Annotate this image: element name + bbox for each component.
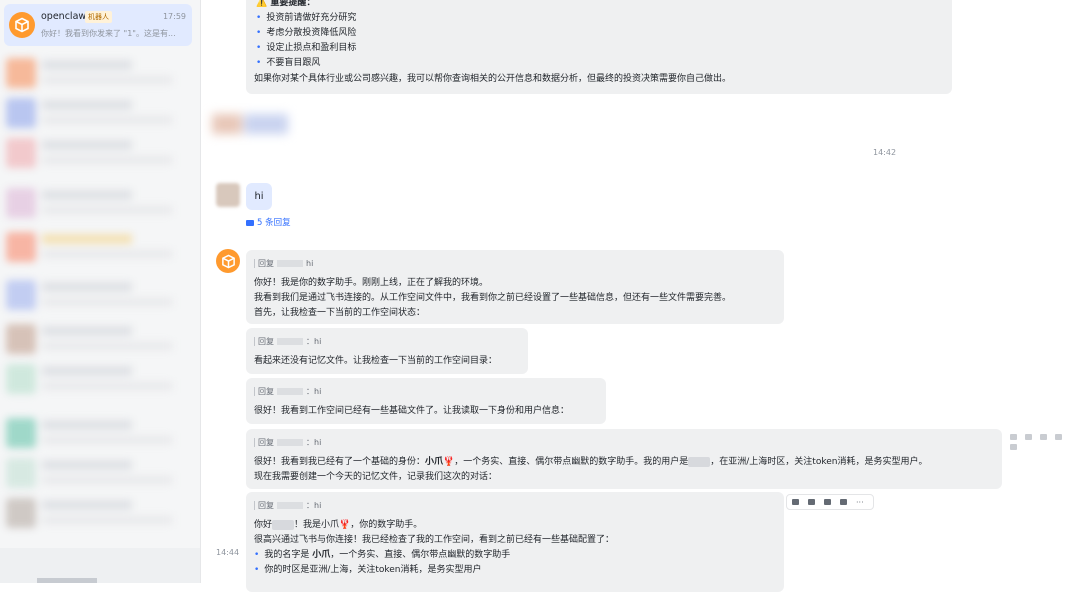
chat-item-blurred[interactable] xyxy=(6,320,186,360)
message-text: 很好！我看到我已经有了一个基础的身份：小爪🦞，一个务实、直接、偶尔带点幽默的数字… xyxy=(254,456,928,467)
reply-icon[interactable] xyxy=(1055,434,1062,440)
lobster-icon: 🦞 xyxy=(443,457,455,467)
reply-quote: 回复 ：hi xyxy=(254,435,321,450)
chat-item-blurred[interactable] xyxy=(6,454,186,494)
message-toolbar: ··· xyxy=(786,494,874,510)
bot-reply-bubble: 回复 ：hi 很好！我看到我已经有了一个基础的身份：小爪🦞，一个务实、直接、偶尔带… xyxy=(246,429,1002,489)
more-icon[interactable] xyxy=(1010,444,1017,450)
forward-icon[interactable] xyxy=(824,499,831,505)
list-item: • 不要盲目跟风 xyxy=(256,58,321,68)
message-text: 你好 ！我是小爪🦞，你的数字助手。 xyxy=(254,519,423,530)
redacted-name xyxy=(688,456,711,467)
chat-item-blurred[interactable] xyxy=(6,360,186,400)
message-text: 我看到我们是通过飞书连接的。从工作空间文件中，我看到你之前已经设置了一些基础信息… xyxy=(254,293,732,303)
list-item: • 我的名字是 小爪，一个务实、直接、偶尔带点幽默的数字助手 xyxy=(254,550,511,560)
comment-icon[interactable] xyxy=(1025,434,1032,440)
list-item: • 考虑分散投资降低风险 xyxy=(256,28,357,38)
chat-item-blurred[interactable] xyxy=(6,494,186,534)
bot-tag: 机器人 xyxy=(85,11,112,23)
warning-heading: ⚠️ 重要提醒： xyxy=(256,0,316,8)
message-text: 如果你对某个具体行业或公司感兴趣，我可以帮你查询相关的公开信息和数据分析，但最终… xyxy=(254,74,732,84)
message-text: 你好！我是你的数字助手。刚刚上线，正在了解我的环境。 xyxy=(254,278,489,288)
message-text: 首先，让我检查一下当前的工作空间状态： xyxy=(254,308,426,318)
more-icon[interactable]: ··· xyxy=(856,498,864,507)
redacted-name xyxy=(272,519,295,530)
bot-avatar[interactable] xyxy=(216,249,240,273)
list-item: • 投资前请做好充分研究 xyxy=(256,13,357,23)
comment-icon[interactable] xyxy=(808,499,815,505)
chat-item-openclaw[interactable]: openclaw 机器人 17:59 你好！我看到你发来了 "1"。这是有... xyxy=(4,4,192,46)
chat-item-blurred[interactable] xyxy=(6,414,186,454)
chat-item-blurred[interactable] xyxy=(6,276,186,316)
chat-item-blurred[interactable] xyxy=(6,94,186,134)
bot-reply-bubble: 回复 ：hi 你好 ！我是小爪🦞，你的数字助手。 很高兴通过飞书与你连接！我已经检查… xyxy=(246,492,784,592)
message-text: 现在我需要创建一个今天的记忆文件，记录我们这次的对话： xyxy=(254,472,498,482)
comment-icon xyxy=(246,219,254,226)
message-text: 看起来还没有记忆文件。让我检查一下当前的工作空间目录： xyxy=(254,356,498,366)
reply-quote: 回复 ：hi xyxy=(254,334,321,349)
list-item: • 你的时区是亚洲/上海，关注token消耗，是务实型用户 xyxy=(254,565,482,575)
message-text: 很好！我看到工作空间已经有一些基础文件了。让我读取一下身份和用户信息： xyxy=(254,406,570,416)
chat-list-sidebar: openclaw 机器人 17:59 你好！我看到你发来了 "1"。这是有... xyxy=(0,0,201,583)
box-icon xyxy=(221,254,235,268)
reply-quote: 回复 ：hi xyxy=(254,498,321,513)
chat-item-blurred[interactable] xyxy=(0,548,200,583)
chat-item-blurred[interactable] xyxy=(6,134,186,174)
chat-preview: 你好！我看到你发来了 "1"。这是有... xyxy=(41,29,176,38)
chat-item-blurred[interactable] xyxy=(6,184,186,224)
message-text: 很高兴通过飞书与你连接！我已经检查了我的工作空间，看到之前已经有一些基础配置了： xyxy=(254,535,615,545)
chat-item-blurred[interactable] xyxy=(6,228,186,268)
thumbs-up-icon[interactable] xyxy=(792,499,799,505)
lobster-icon: 🦞 xyxy=(339,520,351,530)
chat-name: openclaw xyxy=(41,11,87,22)
warning-icon: ⚠️ xyxy=(256,0,268,8)
bot-reply-bubble: 回复 hi 你好！我是你的数字助手。刚刚上线，正在了解我的环境。 我看到我们是通过… xyxy=(246,250,784,324)
thumbs-up-icon[interactable] xyxy=(1010,434,1017,440)
list-item: • 设定止损点和盈利目标 xyxy=(256,43,357,53)
reply-quote: 回复 ：hi xyxy=(254,384,321,399)
user-avatar[interactable] xyxy=(216,183,240,207)
timestamp: 14:44 xyxy=(216,548,240,557)
openclaw-avatar xyxy=(9,12,35,38)
timestamp: 14:42 xyxy=(873,148,897,157)
reply-quote: 回复 hi xyxy=(254,256,313,271)
forward-icon[interactable] xyxy=(1040,434,1047,440)
message-bubble-investment-tips: ⚠️ 重要提醒： • 投资前请做好充分研究 • 考虑分散投资降低风险 • 设定止损点和… xyxy=(246,0,952,94)
bot-reply-bubble: 回复 ：hi 很好！我看到工作空间已经有一些基础文件了。让我读取一下身份和用户信息… xyxy=(246,378,606,424)
blurred-region xyxy=(212,114,292,134)
bot-reply-bubble: 回复 ：hi 看起来还没有记忆文件。让我检查一下当前的工作空间目录： xyxy=(246,328,528,374)
chat-time: 17:59 xyxy=(162,12,186,21)
box-icon xyxy=(15,17,29,33)
user-message-bubble: hi xyxy=(246,183,272,210)
hover-actions xyxy=(1010,433,1080,453)
reply-icon[interactable] xyxy=(840,499,847,505)
replies-link[interactable]: 5 条回复 xyxy=(246,216,291,228)
chat-item-blurred[interactable] xyxy=(6,54,186,94)
